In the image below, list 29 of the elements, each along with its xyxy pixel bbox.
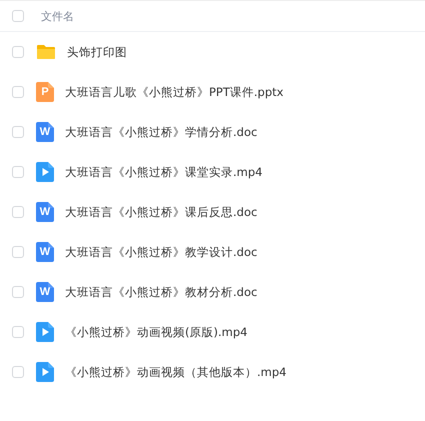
column-header: 文件名 bbox=[41, 8, 74, 24]
row-checkbox[interactable] bbox=[12, 366, 24, 378]
file-name[interactable]: 大班语言《小熊过桥》课堂实录.mp4 bbox=[65, 164, 262, 180]
document-icon: W bbox=[36, 282, 54, 302]
video-file-icon bbox=[36, 322, 54, 342]
file-name[interactable]: 《小熊过桥》动画视频(原版).mp4 bbox=[65, 324, 248, 340]
document-icon: W bbox=[36, 242, 54, 262]
file-name[interactable]: 大班语言《小熊过桥》教学设计.doc bbox=[65, 244, 258, 260]
file-name[interactable]: 头饰打印图 bbox=[67, 44, 127, 60]
document-icon: W bbox=[36, 122, 54, 142]
video-file-icon bbox=[36, 362, 54, 382]
row-checkbox[interactable] bbox=[12, 86, 24, 98]
document-icon: W bbox=[36, 202, 54, 222]
file-name[interactable]: 大班语言儿歌《小熊过桥》PPT课件.pptx bbox=[65, 84, 284, 100]
file-name[interactable]: 《小熊过桥》动画视频（其他版本）.mp4 bbox=[65, 364, 286, 380]
row-checkbox[interactable] bbox=[12, 206, 24, 218]
file-name[interactable]: 大班语言《小熊过桥》教材分析.doc bbox=[65, 284, 258, 300]
file-name[interactable]: 大班语言《小熊过桥》学情分析.doc bbox=[65, 124, 258, 140]
row-checkbox[interactable] bbox=[12, 46, 24, 58]
row-checkbox[interactable] bbox=[12, 126, 24, 138]
video-file-icon bbox=[36, 162, 54, 182]
folder-icon bbox=[36, 42, 56, 62]
row-checkbox[interactable] bbox=[12, 166, 24, 178]
row-checkbox[interactable] bbox=[12, 246, 24, 258]
file-name[interactable]: 大班语言《小熊过桥》课后反思.doc bbox=[65, 204, 258, 220]
select-all-checkbox[interactable] bbox=[12, 10, 24, 22]
row-checkbox[interactable] bbox=[12, 286, 24, 298]
row-checkbox[interactable] bbox=[12, 326, 24, 338]
document-icon: P bbox=[36, 82, 54, 102]
